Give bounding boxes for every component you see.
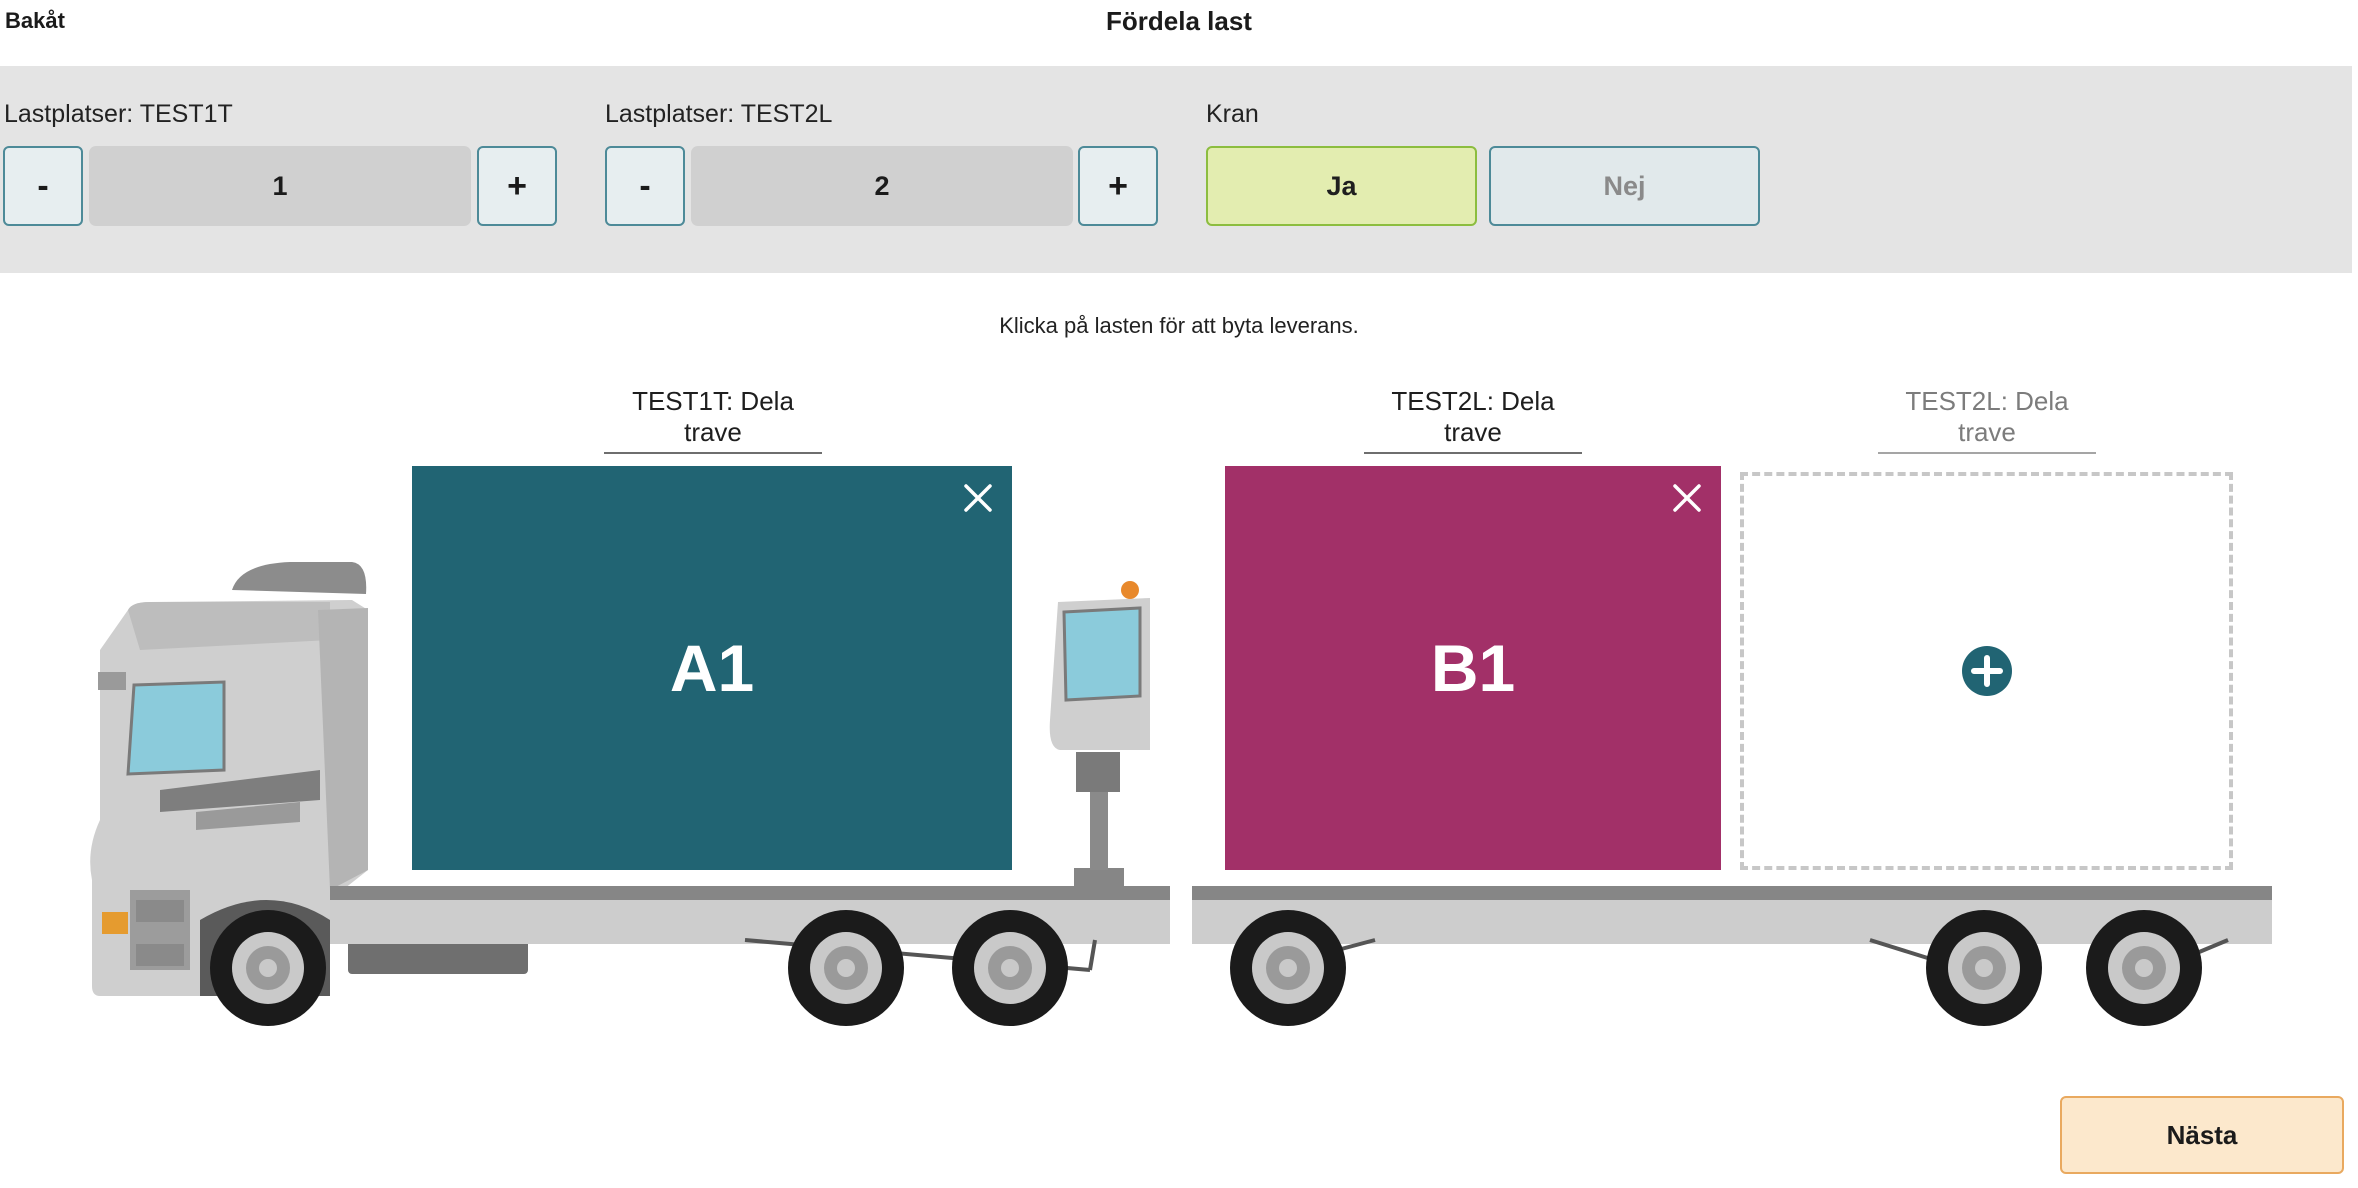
next-button[interactable]: Nästa — [2060, 1096, 2344, 1174]
cargo-a1-label: A1 — [669, 631, 755, 705]
cargo-a1[interactable]: A1 — [412, 466, 1012, 870]
empty-cargo-slot[interactable] — [1740, 472, 2233, 870]
close-icon[interactable] — [1669, 480, 1705, 516]
close-icon[interactable] — [960, 480, 996, 516]
cargo-b1[interactable]: B1 — [1225, 466, 1721, 870]
crane — [1049, 581, 1150, 886]
plus-circle-icon[interactable] — [1961, 645, 2013, 697]
cargo-b1-label: B1 — [1430, 631, 1516, 705]
